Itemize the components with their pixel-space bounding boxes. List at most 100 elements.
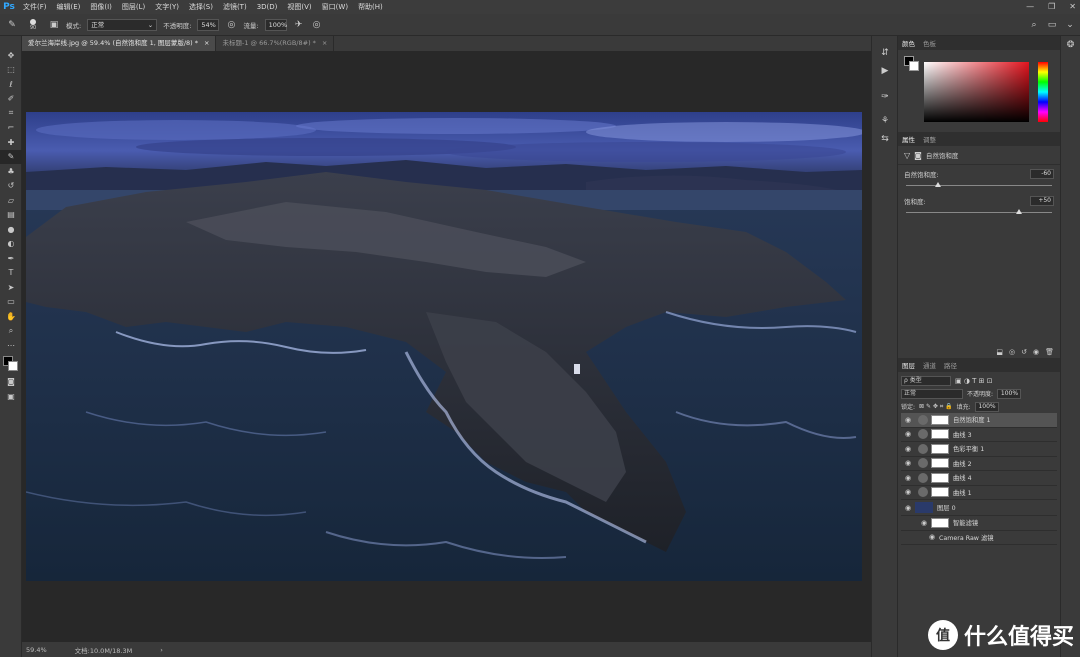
menu-item[interactable]: 图层(L) xyxy=(117,0,150,14)
gradient-tool-icon[interactable]: ▤ xyxy=(0,208,22,223)
layer-row[interactable]: ◉ 色彩平衡 1 xyxy=(901,442,1057,457)
menu-item[interactable]: 编辑(E) xyxy=(52,0,86,14)
close-tab-icon[interactable]: × xyxy=(204,36,209,51)
opacity-input[interactable]: 54% xyxy=(197,18,220,31)
airbrush-icon[interactable]: ✈ xyxy=(293,19,305,31)
delete-icon[interactable]: 🗑 xyxy=(1045,348,1054,356)
visibility-eye-icon[interactable]: ◉ xyxy=(901,488,915,496)
layer-name[interactable]: 曲线 3 xyxy=(953,430,972,439)
camera-raw-row[interactable]: ◉ Camera Raw 滤镜 xyxy=(901,531,1057,545)
layer-name[interactable]: 曲线 2 xyxy=(953,459,972,468)
visibility-eye-icon[interactable]: ◉ xyxy=(901,430,915,438)
background-color-swatch[interactable] xyxy=(8,360,18,371)
mask-icon[interactable]: ◙ xyxy=(914,151,922,160)
layer-mask-thumbnail[interactable] xyxy=(931,443,949,454)
tab-channels[interactable]: 通道 xyxy=(923,360,936,370)
visibility-eye-icon[interactable]: ◉ xyxy=(901,459,915,467)
hand-tool-icon[interactable]: ✋ xyxy=(0,309,22,324)
layer-name[interactable]: 自然饱和度 1 xyxy=(953,415,991,424)
eraser-tool-icon[interactable]: ▱ xyxy=(0,193,22,208)
fill-input[interactable]: 100% xyxy=(974,401,999,412)
document-image[interactable] xyxy=(26,112,862,581)
clone-source-panel-icon[interactable]: ⚘ xyxy=(872,112,898,130)
dodge-tool-icon[interactable]: ◐ xyxy=(0,237,22,252)
brush-tool-icon[interactable]: ✎ xyxy=(0,149,22,164)
layer-mask-thumbnail[interactable] xyxy=(931,472,949,483)
brush-panel-toggle-icon[interactable]: ▣ xyxy=(48,19,60,31)
search-icon[interactable]: ⌕ xyxy=(1028,19,1040,31)
layer-row[interactable]: ◉ 曲线 1 xyxy=(901,486,1057,500)
layer-name[interactable]: 图层 0 xyxy=(937,503,956,512)
lock-icons[interactable]: ⊠ ✎ ✥ ⌗ 🔒 xyxy=(919,403,953,411)
mode-select[interactable]: 正常 ⌄ xyxy=(87,18,158,31)
camera-raw-label[interactable]: Camera Raw 滤镜 xyxy=(939,533,994,542)
workspace-icon[interactable]: ▭ xyxy=(1046,19,1058,31)
canvas-area[interactable] xyxy=(22,51,871,642)
layer-filter-select[interactable]: ρ 类型 xyxy=(901,375,951,386)
history-panel-icon[interactable]: ⇵ xyxy=(872,44,898,62)
color-swatches[interactable] xyxy=(0,353,21,375)
screen-mode-icon[interactable]: ▣ xyxy=(0,389,22,404)
marquee-tool-icon[interactable]: ⬚ xyxy=(0,63,22,78)
pressure-opacity-icon[interactable]: ◎ xyxy=(225,19,237,31)
layer-name[interactable]: 曲线 1 xyxy=(953,488,972,497)
layer-name[interactable]: 曲线 4 xyxy=(953,473,972,482)
vibrance-slider-thumb[interactable] xyxy=(935,182,942,187)
libraries-panel-icon[interactable]: ❂ xyxy=(1061,36,1080,54)
history-brush-tool-icon[interactable]: ↺ xyxy=(0,179,22,194)
close-tab-icon[interactable]: × xyxy=(322,36,327,51)
visibility-eye-icon[interactable]: ◉ xyxy=(917,519,931,527)
layer-row[interactable]: ◉ 曲线 2 xyxy=(901,457,1057,471)
minimize-button[interactable]: — xyxy=(1026,0,1034,14)
tab-document-2[interactable]: 未标题-1 @ 66.7%(RGB/8#) * × xyxy=(216,36,335,51)
menu-item[interactable]: 窗口(W) xyxy=(317,0,353,14)
menu-item[interactable]: 文字(Y) xyxy=(150,0,184,14)
crop-tool-icon[interactable]: ⌗ xyxy=(0,106,22,121)
vibrance-input[interactable]: -60 xyxy=(1030,169,1054,179)
visibility-eye-icon[interactable]: ◉ xyxy=(901,445,915,453)
tab-properties[interactable]: 属性 xyxy=(902,134,915,144)
layer-name[interactable]: 色彩平衡 1 xyxy=(953,444,984,453)
menu-item[interactable]: 图像(I) xyxy=(85,0,117,14)
adjustments-panel-icon[interactable]: ⇆ xyxy=(872,130,898,148)
layer-mask-thumbnail[interactable] xyxy=(931,458,949,469)
menu-item[interactable]: 选择(S) xyxy=(184,0,218,14)
saturation-slider[interactable] xyxy=(906,209,1052,214)
blend-mode-select[interactable]: 正常 xyxy=(901,388,963,399)
layer-row[interactable]: ◉ 曲线 3 xyxy=(901,428,1057,442)
move-tool-icon[interactable]: ✥ xyxy=(0,48,22,63)
tab-adjustments[interactable]: 调整 xyxy=(923,134,936,144)
layer-mask-thumbnail[interactable] xyxy=(931,414,949,425)
pressure-size-icon[interactable]: ◎ xyxy=(311,19,323,31)
tab-paths[interactable]: 路径 xyxy=(944,360,957,370)
quick-selection-tool-icon[interactable]: ✐ xyxy=(0,92,22,107)
smart-filters-row[interactable]: ◉ 智能滤镜 xyxy=(901,516,1057,531)
pen-tool-icon[interactable]: ✒ xyxy=(0,251,22,266)
brush-tool-icon[interactable]: ✎ xyxy=(6,19,18,31)
tab-document-1[interactable]: 爱尔兰海岸线.jpg @ 59.4% (自然饱和度 1, 图层蒙版/8) * × xyxy=(22,36,217,51)
menu-item[interactable]: 帮助(H) xyxy=(353,0,388,14)
layer-mask-thumbnail[interactable] xyxy=(931,487,949,498)
reset-icon[interactable]: ↺ xyxy=(1021,348,1027,356)
zoom-tool-icon[interactable]: ⌕ xyxy=(0,324,22,339)
visibility-eye-icon[interactable]: ◉ xyxy=(901,474,915,482)
zoom-level[interactable]: 59.4% xyxy=(26,646,47,654)
more-tools-icon[interactable]: ⋯ xyxy=(0,338,22,353)
layer-row[interactable]: ◉ 曲线 4 xyxy=(901,471,1057,486)
visibility-eye-icon[interactable]: ◉ xyxy=(901,416,915,424)
view-previous-icon[interactable]: ◎ xyxy=(1009,348,1015,356)
layer-mask-thumbnail[interactable] xyxy=(931,429,949,440)
status-menu-arrow[interactable]: › xyxy=(160,646,163,654)
tab-color[interactable]: 颜色 xyxy=(902,38,915,48)
tab-layers[interactable]: 图层 xyxy=(902,360,915,370)
layer-row-base[interactable]: ◉ 图层 0 xyxy=(901,500,1057,516)
hue-slider[interactable] xyxy=(1038,62,1048,122)
saturation-input[interactable]: +50 xyxy=(1030,196,1054,206)
background-color-chip[interactable] xyxy=(909,61,919,71)
filter-icons[interactable]: ▣ ◑ T ⊞ ⊡ xyxy=(955,377,993,385)
actions-panel-icon[interactable]: ▶ xyxy=(872,62,898,80)
rectangle-tool-icon[interactable]: ▭ xyxy=(0,295,22,310)
clip-to-layer-icon[interactable]: ⬓ xyxy=(996,348,1003,356)
quick-mask-icon[interactable]: ◙ xyxy=(0,375,22,390)
eyedropper-tool-icon[interactable]: ⌐ xyxy=(0,121,22,136)
